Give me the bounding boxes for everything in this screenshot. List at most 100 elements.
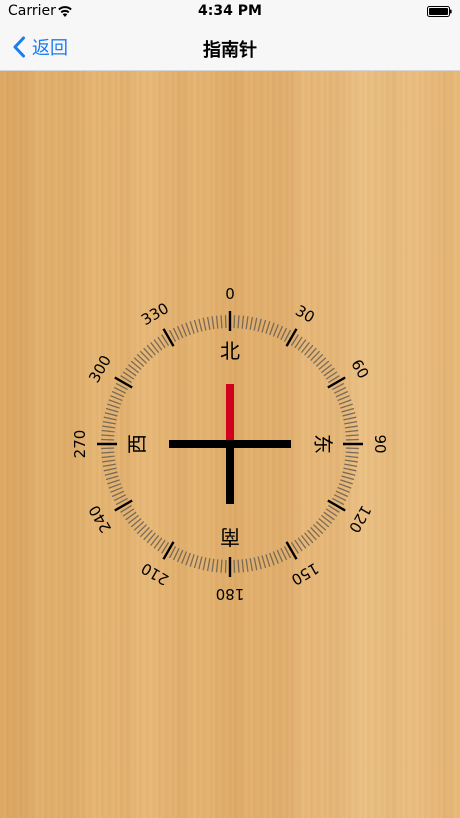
minor-tick bbox=[237, 559, 240, 573]
degree-label-300: 300 bbox=[85, 352, 115, 386]
minor-tick bbox=[202, 317, 207, 331]
minor-tick bbox=[241, 315, 245, 329]
minor-tick bbox=[220, 559, 223, 573]
minor-tick bbox=[245, 316, 249, 330]
navigation-bar: 返回 指南针 bbox=[0, 24, 460, 71]
degree-label-90: 90 bbox=[371, 434, 389, 453]
minor-tick bbox=[337, 395, 350, 402]
page-title: 指南针 bbox=[203, 40, 257, 61]
major-tick bbox=[285, 541, 298, 560]
minor-tick bbox=[269, 322, 275, 336]
minor-tick bbox=[108, 399, 122, 405]
minor-tick bbox=[341, 475, 355, 481]
minor-tick bbox=[272, 324, 279, 337]
direction-label-north: 北 bbox=[220, 339, 240, 363]
minor-tick bbox=[337, 486, 350, 493]
minor-tick bbox=[107, 403, 120, 409]
compass-needle bbox=[169, 384, 291, 504]
direction-label-west: 西 bbox=[125, 434, 149, 454]
minor-tick bbox=[249, 558, 254, 572]
minor-tick bbox=[185, 552, 191, 566]
minor-tick bbox=[341, 407, 355, 413]
minor-tick bbox=[276, 549, 284, 563]
minor-tick bbox=[107, 479, 120, 485]
minor-tick bbox=[344, 463, 358, 468]
wood-background: 0 30 60 90 120 150 180 210 240 270 300 330 北东南 西 bbox=[0, 71, 460, 818]
compass-screen: Carrier 4:34 PM 返回 指南针 0 30 60 90 120 150 180 2… bbox=[0, 0, 460, 818]
compass-dial: 0 30 60 90 120 150 180 210 240 270 300 330 北东南 西 bbox=[71, 285, 389, 603]
major-tick bbox=[114, 376, 133, 389]
minor-tick bbox=[102, 420, 116, 425]
degree-label-270: 270 bbox=[71, 430, 89, 459]
minor-tick bbox=[220, 315, 223, 329]
major-tick bbox=[285, 328, 298, 347]
minor-tick bbox=[206, 316, 211, 330]
minor-tick bbox=[189, 321, 195, 334]
minor-tick bbox=[343, 416, 357, 421]
minor-tick bbox=[272, 551, 279, 564]
minor-tick bbox=[276, 325, 284, 339]
minor-tick bbox=[265, 321, 271, 334]
degree-label-330: 330 bbox=[138, 299, 172, 329]
minor-tick bbox=[265, 554, 271, 567]
minor-tick bbox=[176, 549, 184, 563]
minor-tick bbox=[181, 324, 188, 337]
minor-tick bbox=[193, 319, 199, 333]
minor-tick bbox=[245, 558, 249, 572]
minor-tick bbox=[110, 486, 123, 493]
minor-tick bbox=[111, 490, 125, 498]
minor-tick bbox=[189, 554, 195, 567]
minor-tick bbox=[344, 425, 358, 429]
minor-tick bbox=[269, 552, 275, 566]
minor-tick bbox=[241, 559, 245, 573]
minor-tick bbox=[101, 451, 115, 454]
minor-tick bbox=[340, 403, 353, 409]
minor-tick bbox=[103, 467, 117, 472]
direction-label-east: 东 bbox=[311, 434, 335, 454]
minor-tick bbox=[102, 425, 116, 429]
minor-tick bbox=[345, 429, 359, 433]
minor-tick bbox=[105, 407, 119, 413]
minor-tick bbox=[253, 317, 258, 331]
major-tick bbox=[327, 499, 346, 512]
minor-tick bbox=[253, 557, 258, 571]
minor-tick bbox=[257, 556, 262, 570]
minor-tick bbox=[102, 463, 116, 468]
degree-label-240: 240 bbox=[85, 502, 115, 536]
minor-tick bbox=[257, 318, 262, 332]
minor-tick bbox=[345, 434, 359, 437]
needle-north-bar bbox=[226, 384, 234, 440]
minor-tick bbox=[215, 559, 219, 573]
minor-tick bbox=[237, 315, 240, 329]
minor-tick bbox=[342, 412, 356, 417]
direction-label-south: 南 bbox=[220, 525, 240, 549]
minor-tick bbox=[261, 555, 267, 569]
minor-tick bbox=[345, 455, 359, 459]
minor-tick bbox=[345, 451, 359, 454]
minor-tick bbox=[105, 475, 119, 481]
minor-tick bbox=[103, 416, 117, 421]
minor-tick bbox=[344, 420, 358, 425]
degree-label-120: 120 bbox=[345, 502, 375, 536]
minor-tick bbox=[344, 459, 358, 463]
minor-tick bbox=[335, 390, 349, 398]
minor-tick bbox=[104, 471, 118, 476]
minor-tick bbox=[338, 399, 352, 405]
degree-label-150: 150 bbox=[288, 559, 322, 589]
minor-tick bbox=[211, 316, 215, 330]
minor-tick bbox=[193, 555, 199, 569]
minor-tick bbox=[198, 556, 203, 570]
minor-tick bbox=[211, 558, 215, 572]
degree-label-0: 0 bbox=[225, 285, 235, 303]
degree-label-30: 30 bbox=[292, 302, 318, 327]
status-time: 4:34 PM bbox=[198, 3, 262, 19]
minor-tick bbox=[340, 479, 353, 485]
degree-label-210: 210 bbox=[138, 559, 172, 589]
major-tick bbox=[114, 499, 133, 512]
minor-tick bbox=[249, 316, 254, 330]
minor-tick bbox=[181, 551, 188, 564]
minor-tick bbox=[111, 390, 125, 398]
minor-tick bbox=[335, 490, 349, 498]
minor-tick bbox=[206, 558, 211, 572]
needle-south-bar bbox=[226, 440, 234, 504]
